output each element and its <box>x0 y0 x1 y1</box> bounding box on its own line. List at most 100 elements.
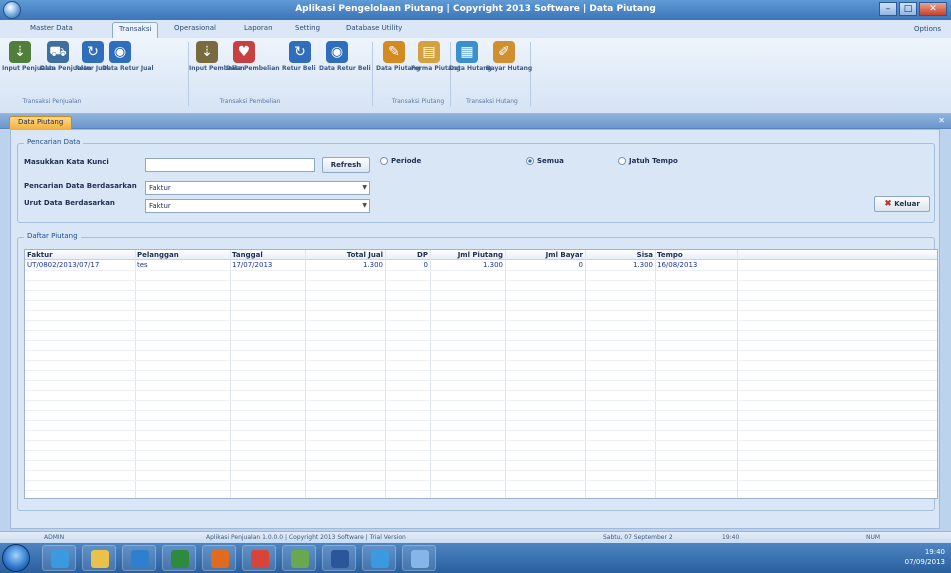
keluar-label: Keluar <box>894 200 920 208</box>
keluar-button[interactable]: ✖ Keluar <box>874 196 930 212</box>
cart-in-icon: ⇣ <box>196 41 218 63</box>
receivables-table[interactable]: Faktur Pelanggan Tanggal Total Jual DP Jml Pi… <box>24 249 938 499</box>
tab-operasional[interactable]: Operasional <box>174 24 216 32</box>
heart-cart-icon: ♥ <box>233 41 255 63</box>
tab-data-piutang[interactable]: Data Piutang <box>9 116 73 129</box>
radio-icon <box>380 157 388 165</box>
taskbar-app[interactable] <box>362 545 396 571</box>
column-header[interactable]: DP <box>385 250 430 260</box>
grid-row-divider <box>25 290 937 291</box>
grid-row-divider <box>25 460 937 461</box>
ribbon-button[interactable]: ▦ Data Hutang <box>449 41 492 72</box>
refresh-button[interactable]: Refresh <box>322 157 370 173</box>
chevron-down-icon: ▼ <box>362 202 367 209</box>
ribbon-button[interactable]: ⛟ Data Penjualan <box>40 41 92 72</box>
grid-column-divider <box>305 250 306 498</box>
column-header[interactable]: Sisa <box>585 250 655 260</box>
tab-laporan[interactable]: Laporan <box>244 24 273 32</box>
taskbar-app[interactable] <box>242 545 276 571</box>
table-cell[interactable]: 17/07/2013 <box>230 260 305 270</box>
radio-jatuh-tempo[interactable]: Jatuh Tempo <box>618 157 678 165</box>
grid-row-divider <box>25 450 937 451</box>
radio-label: Periode <box>391 157 422 165</box>
sort-by-value: Faktur <box>149 202 171 210</box>
firefox-icon <box>211 550 229 568</box>
column-header[interactable]: Jml Bayar <box>505 250 585 260</box>
ribbon-button[interactable]: ✐ Bayar Hutang <box>486 41 532 72</box>
tab-database-utility[interactable]: Database Utility <box>346 24 402 32</box>
word-icon <box>331 550 349 568</box>
grid-row-divider <box>25 370 937 371</box>
radio-icon <box>618 157 626 165</box>
search-by-select[interactable]: Faktur ▼ <box>145 181 370 195</box>
radio-periode[interactable]: Periode <box>380 157 421 165</box>
grid-row-divider <box>25 390 937 391</box>
column-header[interactable]: Jml Piutang <box>430 250 505 260</box>
table-cell[interactable]: tes <box>135 260 230 270</box>
ribbon-button[interactable]: ↻ Retur Beli <box>282 41 318 72</box>
table-cell[interactable]: 1.300 <box>305 260 385 270</box>
system-tray[interactable]: 19:40 07/09/2013 <box>905 547 945 567</box>
radio-semua[interactable]: Semua <box>526 157 564 165</box>
table-cell[interactable]: 1.300 <box>585 260 655 270</box>
media-player-icon <box>131 550 149 568</box>
search-by-value: Faktur <box>149 184 171 192</box>
column-header[interactable]: Tanggal <box>230 250 305 260</box>
ribbon-button[interactable]: ◉ Data Retur Jual <box>102 41 154 72</box>
taskbar-app[interactable] <box>122 545 156 571</box>
tab-setting[interactable]: Setting <box>295 24 320 32</box>
ribbon-button[interactable]: ⇣ Input Penjualan <box>2 41 56 72</box>
taskbar-app[interactable] <box>402 545 436 571</box>
ribbon-button-label: Bayar Hutang <box>486 65 533 72</box>
app-icon <box>411 550 429 568</box>
taskbar-app[interactable] <box>202 545 236 571</box>
grid-row-divider <box>25 360 937 361</box>
app-menu-orb[interactable] <box>3 1 21 19</box>
options-menu[interactable]: Options <box>914 25 941 33</box>
grid-column-divider <box>585 250 586 498</box>
keyword-label: Masukkan Kata Kunci <box>24 158 109 166</box>
tab-master-data[interactable]: Master Data <box>30 24 73 32</box>
minimize-button[interactable]: – <box>879 2 897 16</box>
maximize-button[interactable]: □ <box>899 2 917 16</box>
cart-in-icon: ⇣ <box>9 41 31 63</box>
sort-by-select[interactable]: Faktur ▼ <box>145 199 370 213</box>
keyword-input[interactable] <box>145 158 315 172</box>
table-cell[interactable]: 0 <box>505 260 585 270</box>
column-header[interactable]: Faktur <box>25 250 135 260</box>
close-window-button[interactable]: ✕ <box>919 2 947 16</box>
grid-column-divider <box>505 250 506 498</box>
table-cell[interactable]: UT/0802/2013/07/17 <box>25 260 135 270</box>
ribbon-button-label: Data Retur Beli <box>319 65 371 72</box>
grid-row-divider <box>25 480 937 481</box>
close-x-icon: ✖ <box>884 199 892 209</box>
table-cell[interactable]: 1.300 <box>430 260 505 270</box>
column-header[interactable]: Total Jual <box>305 250 385 260</box>
taskbar-app[interactable] <box>82 545 116 571</box>
calendar-icon: ▦ <box>456 41 478 63</box>
tab-transaksi[interactable]: Transaksi <box>112 22 159 38</box>
taskbar-app[interactable] <box>42 545 76 571</box>
table-cell[interactable]: 0 <box>385 260 430 270</box>
ribbon: Transaksi Penjualan Transaksi Pembelian … <box>0 38 951 114</box>
column-header[interactable]: Tempo <box>655 250 737 260</box>
start-button[interactable] <box>2 544 30 572</box>
ribbon-button[interactable]: ♥ Data Pembelian <box>226 41 280 72</box>
close-icon[interactable]: ✕ <box>938 116 945 125</box>
ribbon-button[interactable]: ▤ Forma Piutang <box>411 41 461 72</box>
taskbar-app[interactable] <box>322 545 356 571</box>
group-label: Transaksi Pembelian <box>219 98 281 105</box>
search-panel: Pencarian Data Masukkan Kata Kunci Refre… <box>17 138 935 223</box>
taskbar-app[interactable] <box>282 545 316 571</box>
grid-column-divider <box>430 250 431 498</box>
table-cell[interactable]: 16/08/2013 <box>655 260 737 270</box>
pencil-icon: ✐ <box>493 41 515 63</box>
column-header[interactable]: Pelanggan <box>135 250 230 260</box>
grid-row-divider <box>25 330 937 331</box>
ribbon-button[interactable]: ◉ Data Retur Beli <box>319 41 371 72</box>
ie-icon <box>51 550 69 568</box>
ie2-icon <box>371 550 389 568</box>
ribbon-button[interactable]: ⇣ Input Pembelian <box>189 41 245 72</box>
taskbar-app[interactable] <box>162 545 196 571</box>
ribbon-button[interactable]: ✎ Data Piutang <box>376 41 420 72</box>
